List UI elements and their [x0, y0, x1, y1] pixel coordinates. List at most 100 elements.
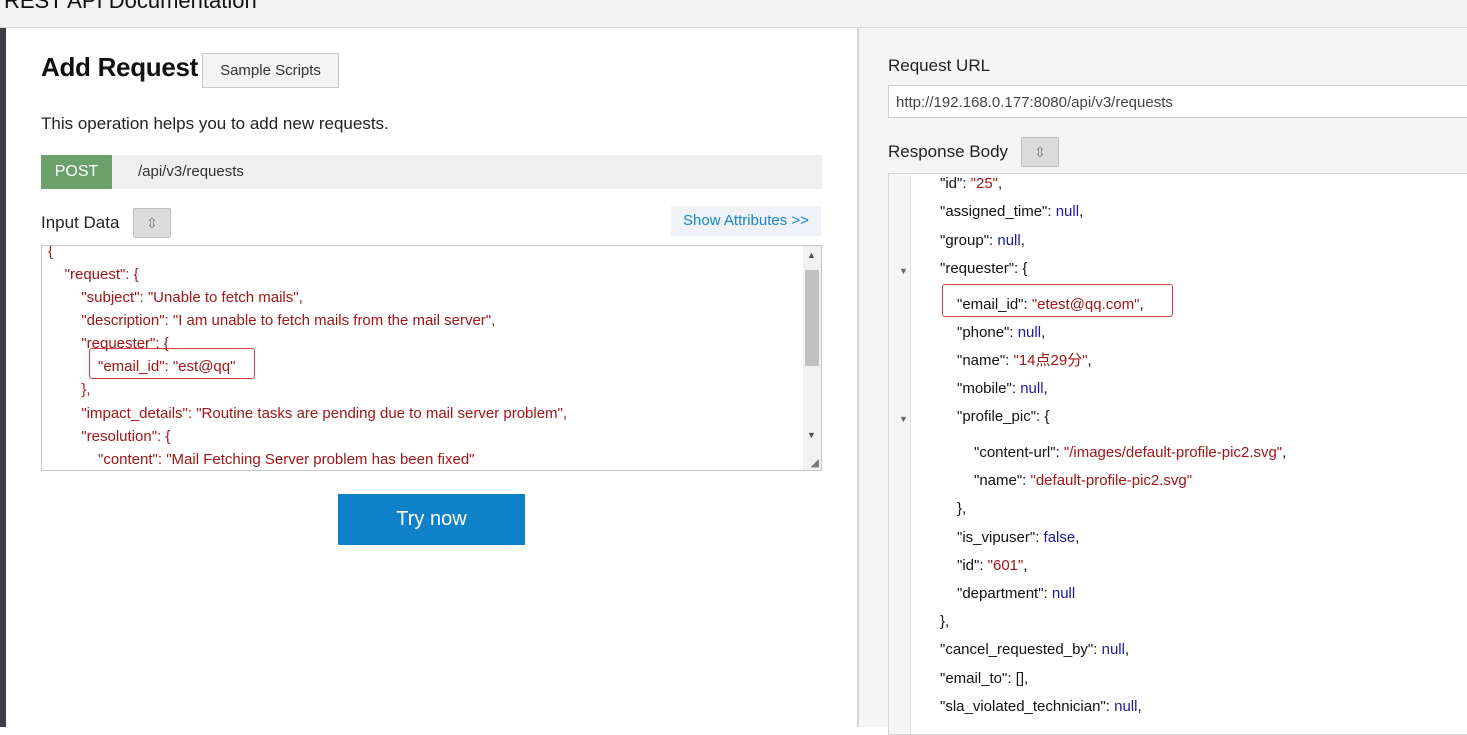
json-token: ,: [1079, 203, 1084, 220]
response-code-line: "id": "601",: [957, 554, 1028, 578]
json-token: "default-profile-pic2.svg": [1030, 472, 1193, 489]
json-token: "assigned_time": [940, 203, 1048, 220]
response-code-line: "name": "14点29分",: [957, 349, 1092, 373]
json-token: ,: [998, 175, 1003, 192]
response-code-line: "phone": null,: [957, 321, 1045, 345]
json-token: :: [1035, 529, 1044, 546]
fold-arrow-icon[interactable]: ▼: [899, 414, 908, 424]
collapse-icon: ⇳: [1034, 144, 1046, 160]
response-code-line: "content-url": "/images/default-profile-…: [974, 441, 1286, 465]
input-code-line: "content": "Mail Fetching Server problem…: [48, 451, 475, 468]
input-collapse-button[interactable]: ⇳: [133, 208, 171, 238]
response-code-line: "profile_pic": {: [957, 405, 1049, 429]
response-collapse-button[interactable]: ⇳: [1021, 137, 1059, 167]
response-body-label: Response Body: [888, 142, 1009, 161]
json-token: },: [940, 613, 950, 630]
endpoint-path: /api/v3/requests: [138, 163, 244, 180]
response-code-line: "cancel_requested_by": null,: [940, 638, 1129, 662]
json-token: :: [979, 557, 988, 574]
page-title: Add Request: [41, 52, 199, 82]
response-code-line: },: [957, 497, 966, 521]
json-token: null: [1055, 203, 1080, 220]
json-token: :: [1009, 324, 1018, 341]
json-token: null: [997, 232, 1021, 249]
sample-scripts-button[interactable]: Sample Scripts: [202, 53, 339, 88]
response-code-line: "name": "default-profile-pic2.svg": [974, 469, 1192, 493]
json-token: "group": [940, 232, 990, 249]
response-body-viewer[interactable]: ▼ ▼ "id": "25", "assigned_time": null, "gr…: [888, 173, 1467, 735]
fold-arrow-icon[interactable]: ▼: [899, 266, 908, 276]
json-token: "name": [974, 472, 1023, 489]
json-token: ,: [1043, 380, 1048, 397]
json-token: ,: [1020, 232, 1025, 249]
try-now-button[interactable]: Try now: [338, 494, 525, 545]
json-token: "email_to": [940, 670, 1008, 687]
json-token: "etest@qq.com": [1031, 296, 1140, 313]
operation-description: This operation helps you to add new requ…: [41, 114, 389, 133]
json-token: ,: [1124, 641, 1130, 658]
json-token: "14点29分": [1013, 352, 1088, 369]
json-token: :: [962, 175, 971, 192]
input-code-line: "resolution": {: [48, 428, 171, 445]
json-token: ,: [1023, 557, 1028, 574]
input-code-line: "description": "I am unable to fetch mai…: [48, 312, 496, 329]
json-token: "/images/default-profile-pic2.svg": [1063, 444, 1283, 461]
input-data-label: Input Data: [41, 213, 120, 232]
json-token: "25": [970, 175, 999, 192]
input-data-editor[interactable]: ▲ ▼ ◢ { "request": { "subject": "Unable …: [41, 245, 822, 471]
endpoint-bar: POST /api/v3/requests: [41, 155, 822, 189]
json-token: "is_vipuser": [957, 529, 1036, 546]
json-token: "profile_pic": [957, 408, 1037, 425]
json-token: "department": [957, 585, 1044, 602]
show-attributes-link[interactable]: Show Attributes >>: [671, 206, 821, 236]
json-token: ,: [1075, 529, 1080, 546]
json-token: "requester": [940, 260, 1015, 277]
json-token: :: [1043, 585, 1052, 602]
response-code-line: "assigned_time": null,: [940, 200, 1083, 224]
response-code-line: "mobile": null,: [957, 377, 1048, 401]
json-token: "id": [957, 557, 980, 574]
json-token: "601": [987, 557, 1024, 574]
collapse-icon: ⇳: [146, 215, 158, 231]
add-request-panel: Add Request Sample Scripts This operatio…: [6, 28, 857, 727]
window-titlebar: REST API Documentation: [0, 0, 1467, 28]
resize-handle-icon[interactable]: ◢: [811, 456, 819, 469]
window-title: REST API Documentation: [4, 0, 257, 13]
json-token: "email_id": [957, 296, 1024, 313]
input-code-line: "impact_details": "Routine tasks are pen…: [48, 405, 568, 422]
json-token: :: [1055, 444, 1064, 461]
json-token: :: [1011, 380, 1021, 397]
input-code-line: "email_id": "est@qq": [48, 358, 236, 375]
json-token: ,: [1282, 444, 1287, 461]
json-token: "phone": [957, 324, 1010, 341]
scrollbar-thumb[interactable]: [805, 270, 819, 366]
json-token: :: [1105, 698, 1115, 715]
json-token: "mobile": [957, 380, 1012, 397]
json-token: {: [1044, 408, 1050, 425]
scroll-up-icon[interactable]: ▲: [807, 250, 816, 260]
fold-gutter: ▼ ▼: [889, 174, 911, 734]
json-token: null: [1101, 641, 1125, 658]
json-token: :: [1007, 670, 1016, 687]
json-token: },: [957, 500, 967, 517]
json-token: "id": [940, 175, 963, 192]
scroll-down-icon[interactable]: ▼: [807, 430, 816, 440]
json-token: ,: [1024, 670, 1029, 687]
response-code-line: "is_vipuser": false,: [957, 526, 1079, 550]
json-token: :: [1047, 203, 1056, 220]
request-url-field[interactable]: http://192.168.0.177:8080/api/v3/request…: [888, 85, 1467, 118]
json-token: "sla_violated_technician": [940, 698, 1106, 715]
json-token: "name": [957, 352, 1006, 369]
json-token: ,: [1137, 698, 1142, 715]
response-code-line: "email_to": [],: [940, 667, 1028, 691]
response-code-line: },: [940, 610, 949, 634]
input-code-line: "request": {: [48, 266, 139, 283]
json-token: []: [1015, 670, 1025, 687]
json-token: false: [1043, 529, 1076, 546]
json-token: ,: [1041, 324, 1046, 341]
input-code-line: {: [48, 245, 54, 260]
editor-scrollbar[interactable]: ▲ ▼: [803, 246, 821, 470]
response-code-line: "sla_violated_technician": null,: [940, 695, 1142, 719]
response-code-line: "email_id": "etest@qq.com",: [957, 293, 1144, 317]
input-code-line: "requester": {: [48, 335, 169, 352]
